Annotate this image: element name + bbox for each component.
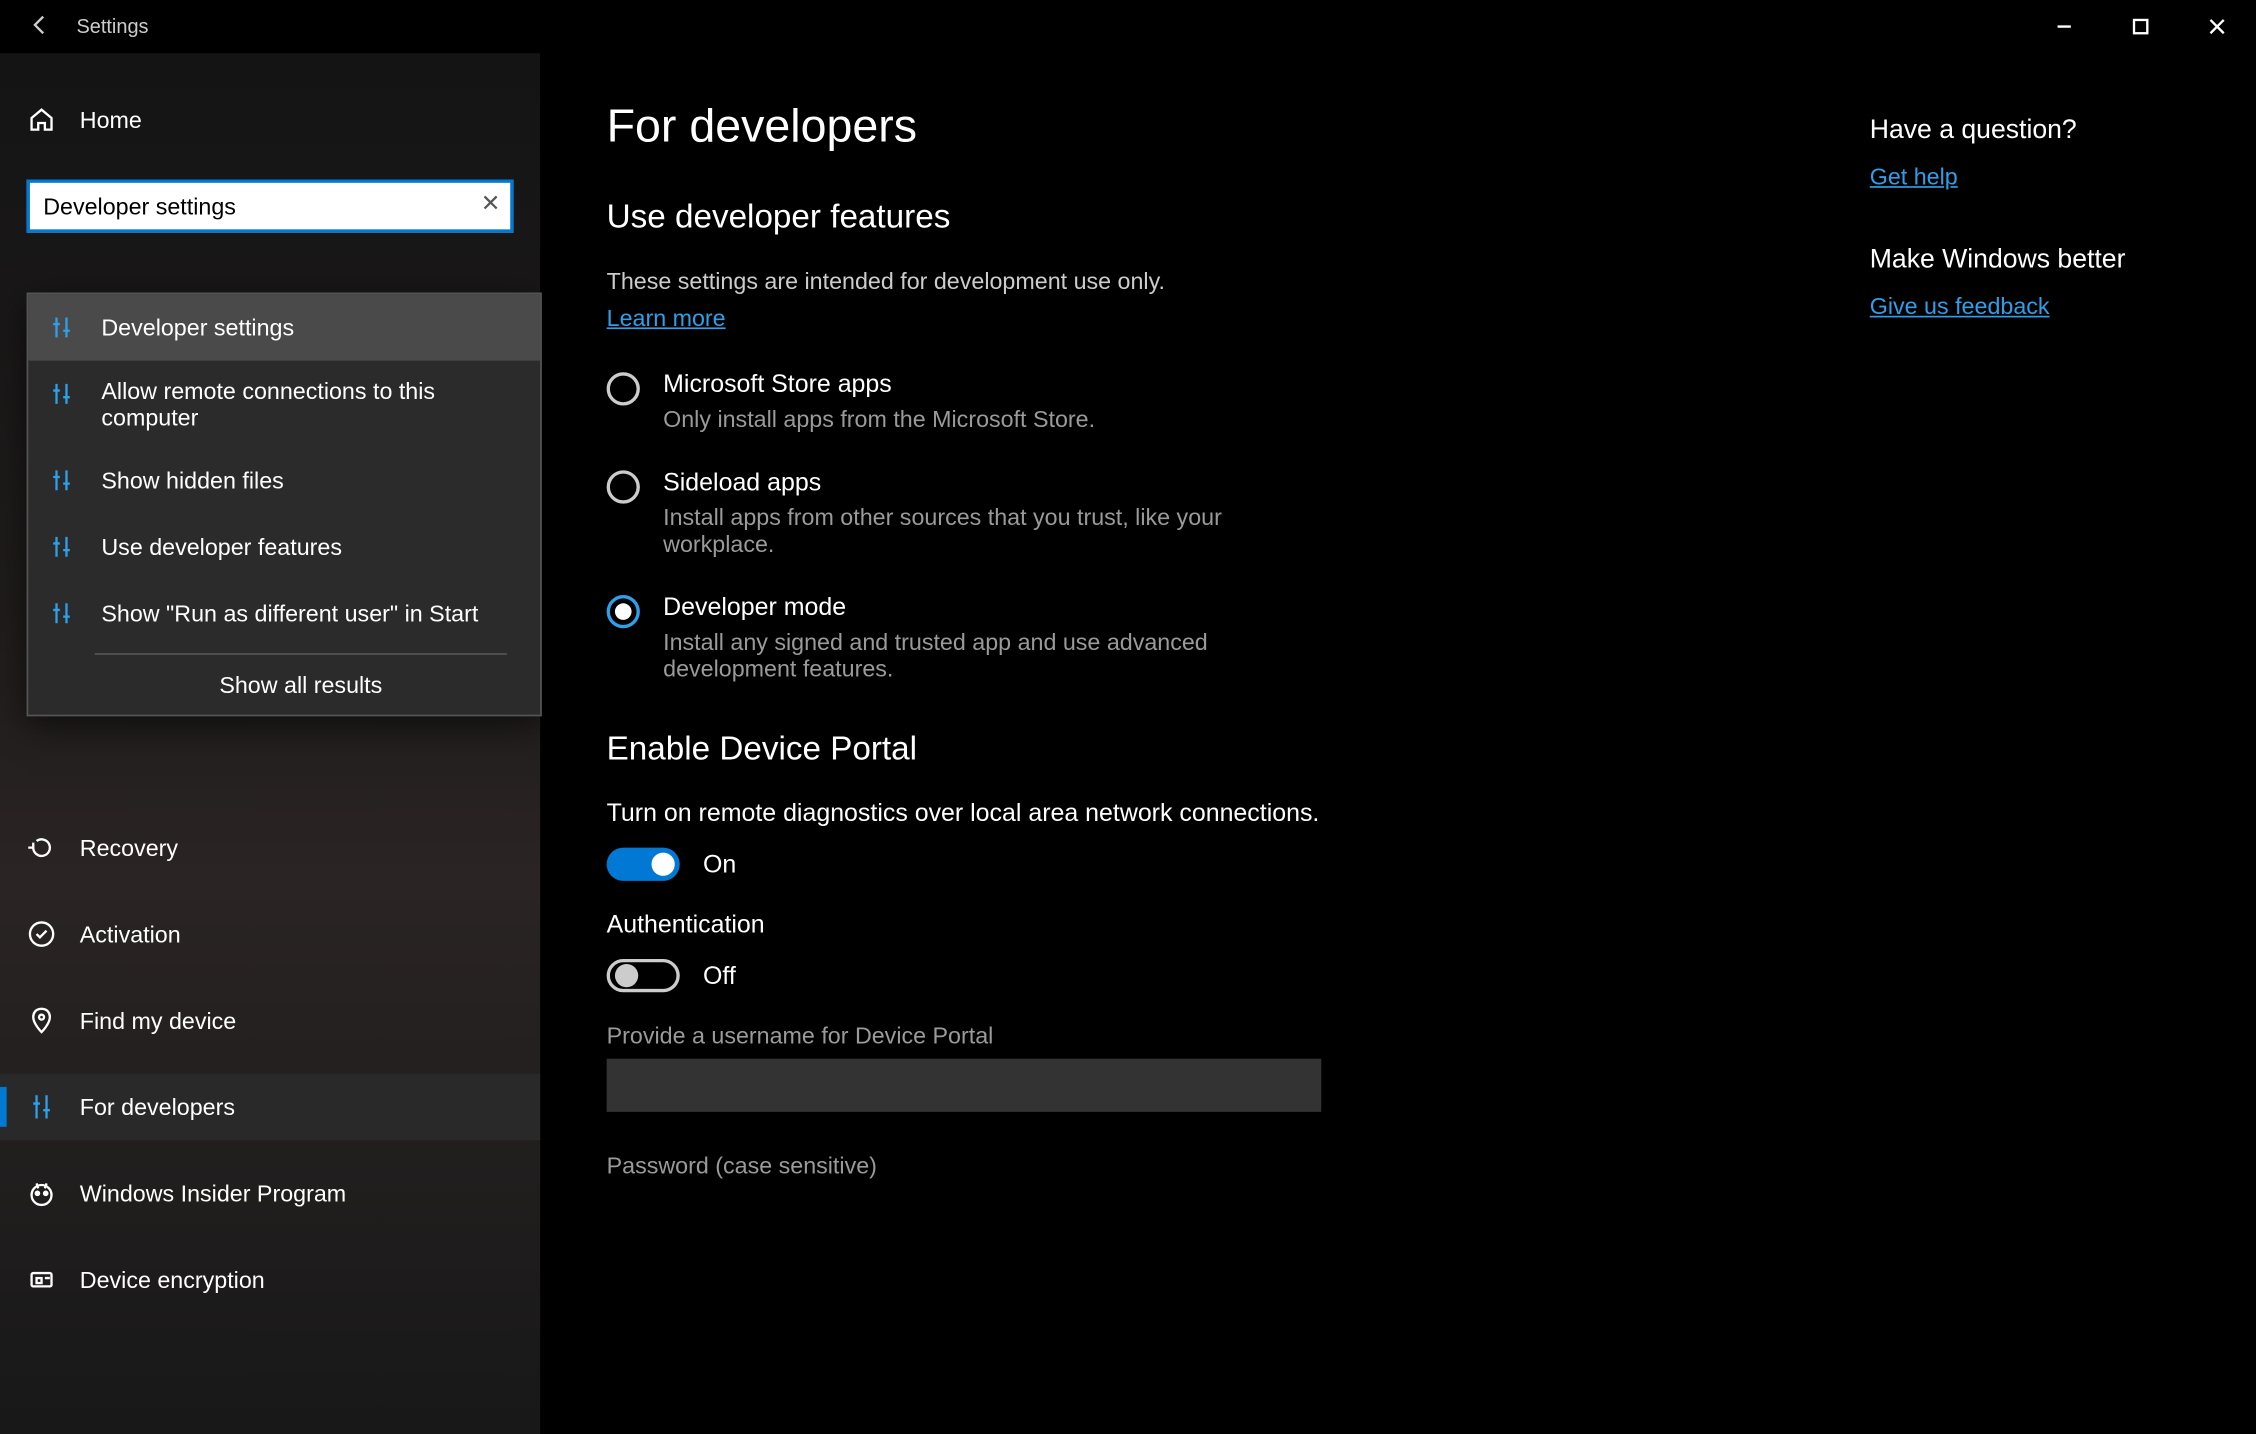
radio-title: Sideload apps xyxy=(663,469,1328,497)
toggle-state-label: Off xyxy=(703,961,736,989)
radio-description: Only install apps from the Microsoft Sto… xyxy=(663,406,1095,433)
section-heading-features: Use developer features xyxy=(607,199,1770,237)
recovery-icon xyxy=(27,833,57,863)
maximize-button[interactable] xyxy=(2102,0,2178,53)
password-field-label: Password (case sensitive) xyxy=(607,1152,1770,1179)
radio-sideload[interactable]: Sideload apps Install apps from other so… xyxy=(607,469,1770,557)
search-result-label: Developer settings xyxy=(101,314,294,341)
radio-title: Developer mode xyxy=(663,593,1328,621)
sliders-icon xyxy=(48,534,78,564)
sidebar: Home ✕ Developer settings Allow remote c… xyxy=(0,53,540,1434)
sidebar-item-device-encryption[interactable]: Device encryption xyxy=(0,1247,540,1313)
back-button[interactable] xyxy=(13,12,66,40)
sliders-icon xyxy=(48,314,78,344)
close-button[interactable] xyxy=(2179,0,2255,53)
search-results-dropdown: Developer settings Allow remote connecti… xyxy=(27,293,542,717)
sidebar-item-find-device[interactable]: Find my device xyxy=(0,987,540,1053)
minimize-button[interactable] xyxy=(2026,0,2102,53)
activation-icon xyxy=(27,919,57,949)
app-title: Settings xyxy=(76,15,148,38)
section-heading-device-portal: Enable Device Portal xyxy=(607,731,1770,769)
radio-circle-icon xyxy=(607,372,640,405)
sidebar-item-recovery[interactable]: Recovery xyxy=(0,814,540,880)
find-device-icon xyxy=(27,1006,57,1036)
sidebar-item-for-developers[interactable]: For developers xyxy=(0,1074,540,1140)
radio-circle-icon xyxy=(607,595,640,628)
search-result-item[interactable]: Allow remote connections to this compute… xyxy=(28,361,540,447)
help-panel: Have a question? Get help Make Windows b… xyxy=(1870,116,2256,1434)
radio-developer-mode[interactable]: Developer mode Install any signed and tr… xyxy=(607,593,1770,681)
username-field-label: Provide a username for Device Portal xyxy=(607,1022,1770,1049)
sidebar-item-label: Device encryption xyxy=(80,1266,265,1293)
feedback-heading: Make Windows better xyxy=(1870,246,2256,276)
sidebar-item-label: Windows Insider Program xyxy=(80,1180,346,1207)
search-result-item[interactable]: Developer settings xyxy=(28,294,540,360)
toggle-state-label: On xyxy=(703,850,736,878)
sidebar-item-activation[interactable]: Activation xyxy=(0,901,540,967)
device-portal-description: Turn on remote diagnostics over local ar… xyxy=(607,799,1770,827)
radio-description: Install any signed and trusted app and u… xyxy=(663,628,1328,681)
radio-circle-icon xyxy=(607,470,640,503)
titlebar: Settings xyxy=(0,0,2255,53)
encryption-icon xyxy=(27,1265,57,1295)
radio-title: Microsoft Store apps xyxy=(663,371,1095,399)
main-content: For developers Use developer features Th… xyxy=(607,100,1770,1434)
sidebar-home-label: Home xyxy=(80,106,142,133)
sliders-icon xyxy=(48,600,78,630)
authentication-toggle[interactable] xyxy=(607,959,680,992)
home-icon xyxy=(27,105,57,135)
search-clear-icon[interactable]: ✕ xyxy=(481,189,501,217)
device-portal-toggle[interactable] xyxy=(607,848,680,881)
radio-store-apps[interactable]: Microsoft Store apps Only install apps f… xyxy=(607,371,1770,432)
search-result-label: Show hidden files xyxy=(101,467,283,494)
sidebar-item-label: Find my device xyxy=(80,1007,236,1034)
search-result-item[interactable]: Show hidden files xyxy=(28,447,540,513)
sidebar-item-label: Activation xyxy=(80,921,181,948)
features-description: These settings are intended for developm… xyxy=(607,268,1770,295)
search-result-label: Allow remote connections to this compute… xyxy=(101,377,520,430)
radio-description: Install apps from other sources that you… xyxy=(663,504,1328,557)
window-controls xyxy=(2026,0,2255,53)
search-result-item[interactable]: Show "Run as different user" in Start xyxy=(28,580,540,646)
sidebar-item-label: Recovery xyxy=(80,834,178,861)
learn-more-link[interactable]: Learn more xyxy=(607,304,726,331)
auth-label: Authentication xyxy=(607,911,1770,939)
search-result-item[interactable]: Use developer features xyxy=(28,514,540,580)
question-heading: Have a question? xyxy=(1870,116,2256,146)
search-result-label: Show "Run as different user" in Start xyxy=(101,600,478,627)
search-show-all[interactable]: Show all results xyxy=(95,653,507,714)
sidebar-item-label: For developers xyxy=(80,1094,235,1121)
developers-icon xyxy=(27,1092,57,1122)
sliders-icon xyxy=(48,381,78,411)
search-result-label: Use developer features xyxy=(101,534,342,561)
sidebar-home[interactable]: Home xyxy=(0,86,540,152)
insider-icon xyxy=(27,1178,57,1208)
get-help-link[interactable]: Get help xyxy=(1870,163,2256,190)
search-input[interactable] xyxy=(27,179,514,232)
page-title: For developers xyxy=(607,100,1770,153)
sliders-icon xyxy=(48,467,78,497)
feedback-link[interactable]: Give us feedback xyxy=(1870,293,2256,320)
sidebar-item-insider[interactable]: Windows Insider Program xyxy=(0,1160,540,1226)
username-input[interactable] xyxy=(607,1059,1322,1112)
